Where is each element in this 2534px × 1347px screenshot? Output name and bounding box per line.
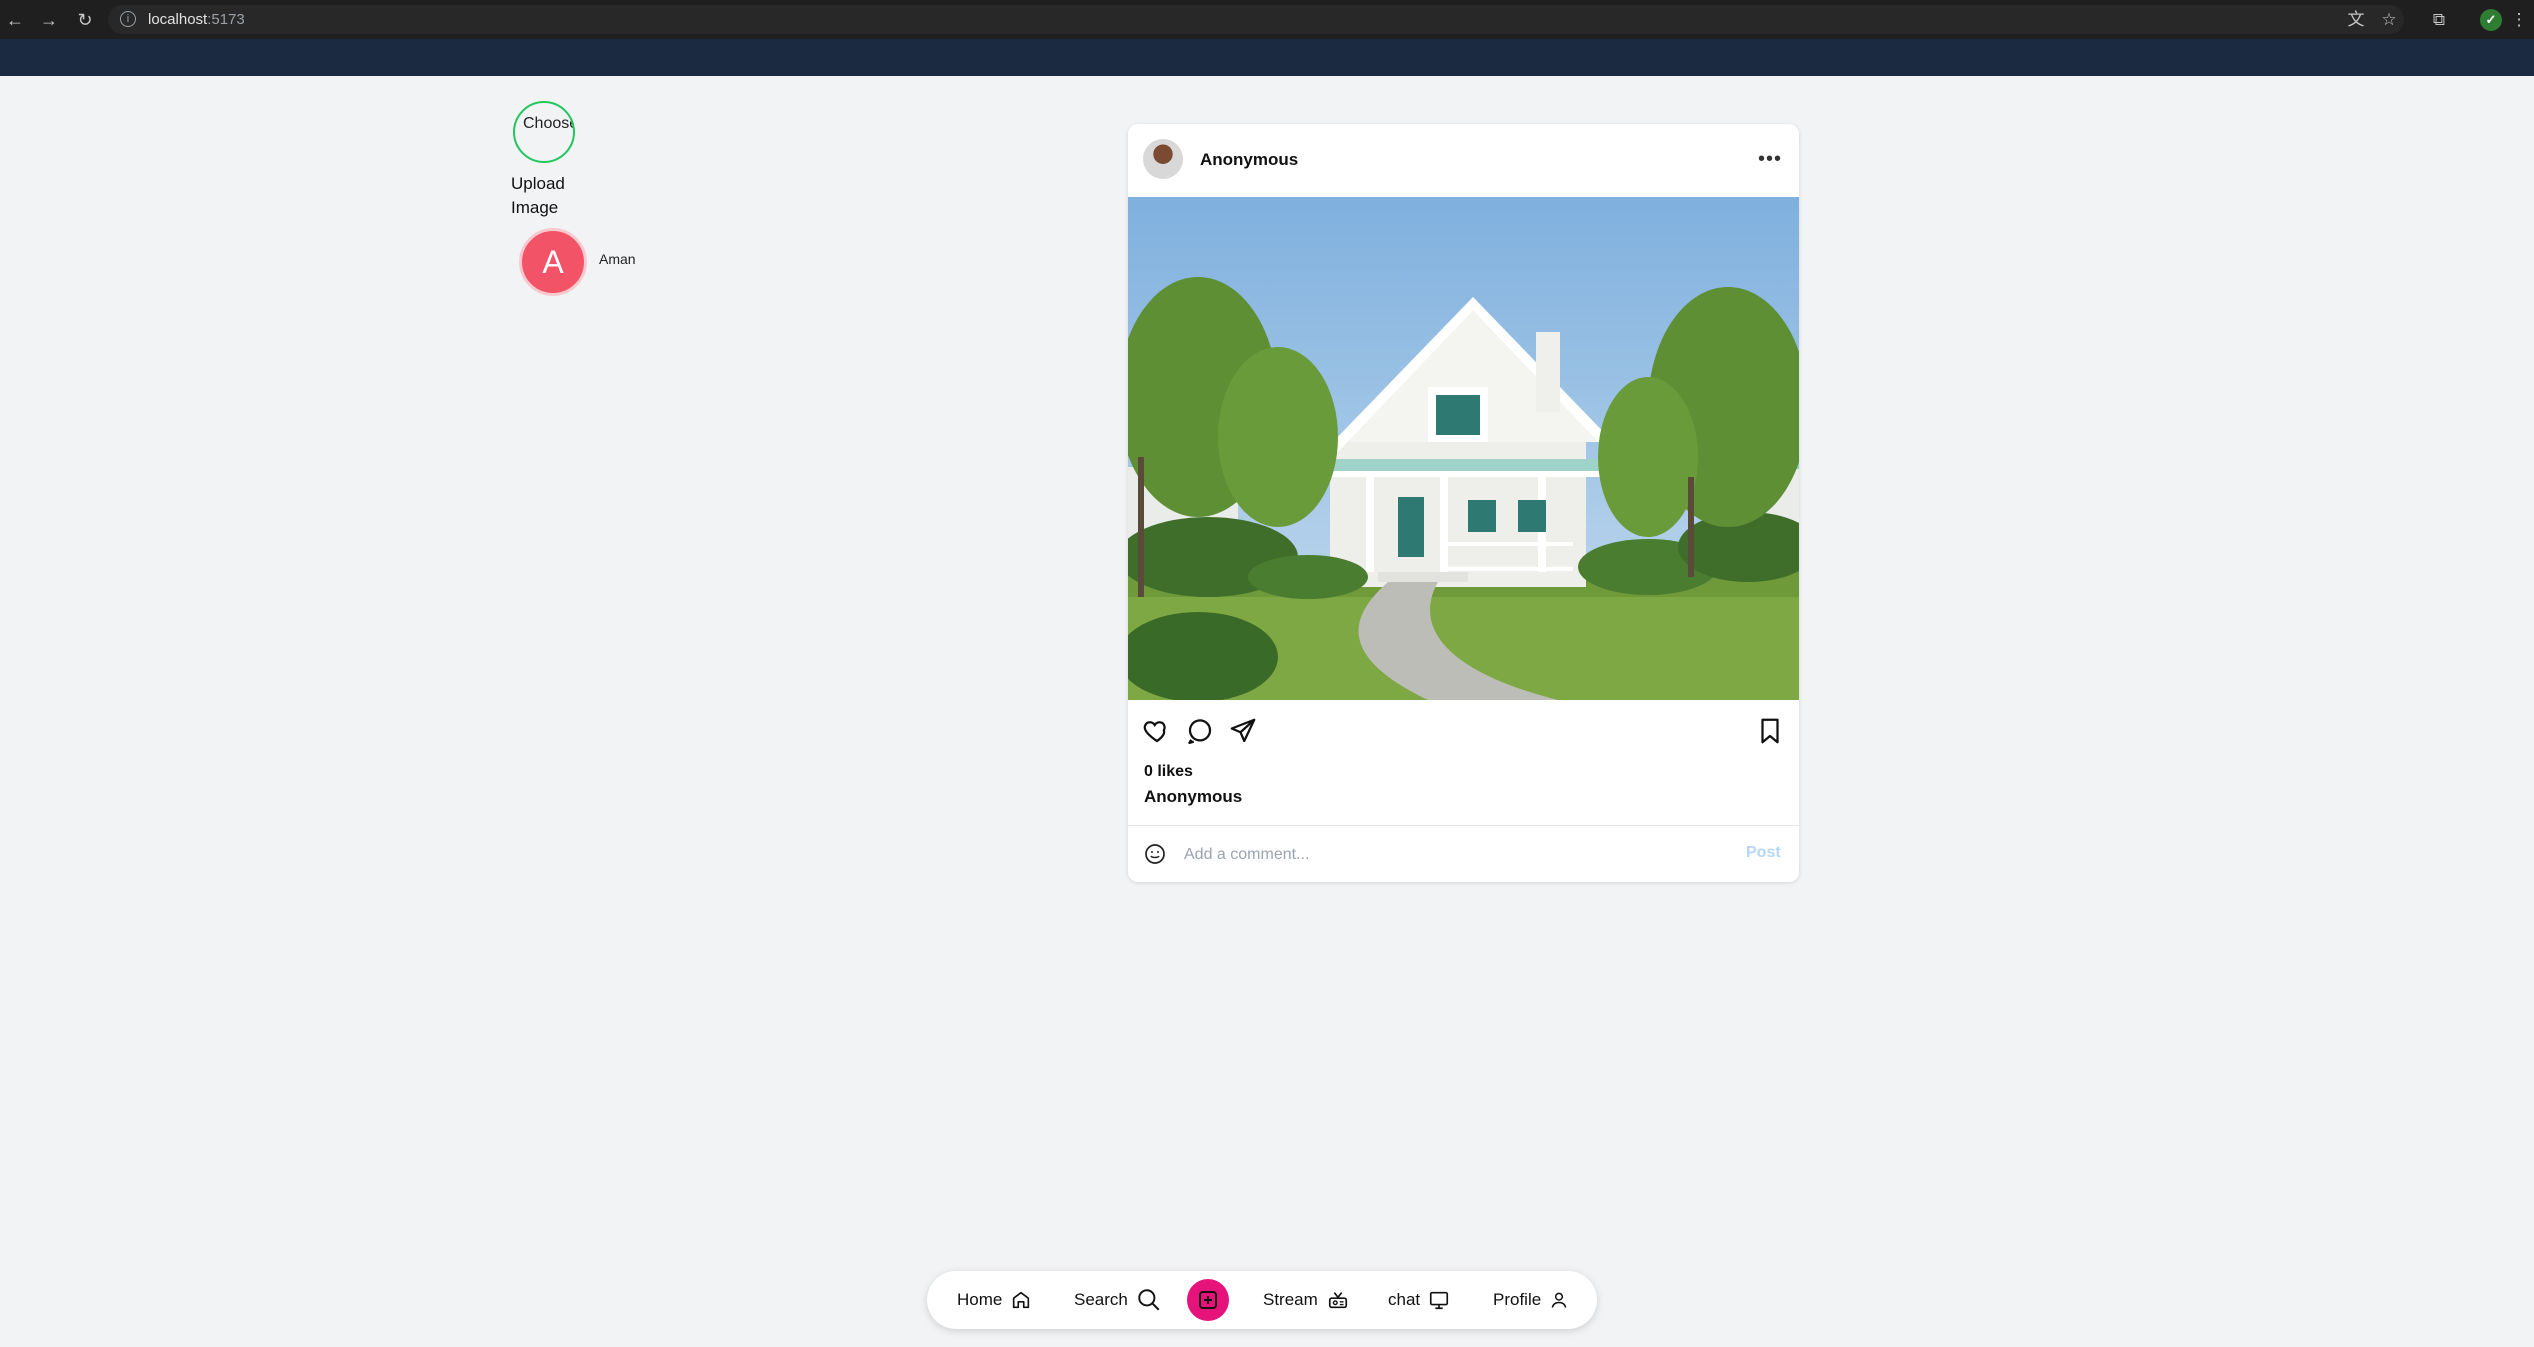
nav-home[interactable]: Home <box>957 1271 1032 1329</box>
bookmark-star-icon[interactable]: ☆ <box>2378 9 2400 31</box>
caption-username[interactable]: Anonymous <box>1144 787 1242 807</box>
url-text[interactable]: localhost:5173 <box>148 11 245 28</box>
url-port: :5173 <box>207 11 245 28</box>
nav-profile-label: Profile <box>1493 1290 1542 1309</box>
post-author-avatar[interactable] <box>1143 139 1183 179</box>
post-username[interactable]: Anonymous <box>1200 150 1298 170</box>
nav-stream-label: Stream <box>1263 1290 1318 1309</box>
search-icon <box>1138 1289 1160 1311</box>
stream-camera-icon <box>1328 1292 1347 1309</box>
browser-menu-icon[interactable]: ⋮ <box>2508 9 2530 31</box>
share-send-icon[interactable] <box>1228 716 1258 746</box>
create-post-button[interactable] <box>1187 1279 1229 1321</box>
post-actions <box>1128 706 1799 756</box>
app-header <box>0 39 2534 76</box>
extensions-icon[interactable]: ⧉ <box>2428 9 2450 31</box>
nav-stream[interactable]: Stream <box>1263 1271 1350 1329</box>
nav-search[interactable]: Search <box>1074 1271 1162 1329</box>
story-username: Aman <box>599 251 636 267</box>
upload-image-label[interactable]: Upload Image <box>511 172 591 220</box>
emoji-smile-icon[interactable] <box>1143 842 1167 866</box>
translate-icon[interactable]: 文 <box>2345 9 2367 31</box>
post-image[interactable] <box>1128 197 1799 700</box>
forward-icon[interactable]: → <box>38 9 60 31</box>
post-card: Anonymous ••• 0 likes Anonymous Add a co… <box>1128 124 1799 882</box>
nav-home-label: Home <box>957 1290 1003 1309</box>
heart-icon[interactable] <box>1142 716 1172 746</box>
nav-chat-label: chat <box>1388 1290 1421 1309</box>
bottom-navigation: Home Search Stream chat Profile <box>927 1271 1597 1329</box>
nav-profile[interactable]: Profile <box>1493 1271 1569 1329</box>
nav-search-label: Search <box>1074 1290 1128 1309</box>
home-icon <box>1013 1291 1030 1309</box>
profile-avatar-icon[interactable]: ✓ <box>2480 9 2502 31</box>
site-info-icon[interactable]: i <box>120 11 136 27</box>
post-comment-button[interactable]: Post <box>1746 844 1781 862</box>
post-header: Anonymous ••• <box>1128 124 1799 197</box>
back-icon[interactable]: ← <box>4 9 26 31</box>
story-avatar[interactable]: A <box>519 228 587 296</box>
likes-count[interactable]: 0 likes <box>1144 763 1193 781</box>
nav-chat[interactable]: chat <box>1388 1271 1450 1329</box>
comment-bar: Post <box>1128 825 1799 882</box>
chat-icon <box>1430 1291 1449 1310</box>
address-bar[interactable]: i localhost:5173 <box>108 5 2404 34</box>
browser-toolbar: ← → ↻ i localhost:5173 文 ☆ ⧉ ✓ ⋮ <box>0 0 2534 39</box>
bookmark-icon[interactable] <box>1755 716 1785 746</box>
more-horizontal-icon[interactable]: ••• <box>1758 148 1782 171</box>
user-icon <box>1551 1292 1567 1308</box>
reload-icon[interactable]: ↻ <box>74 9 96 31</box>
comment-input[interactable] <box>1182 841 1706 869</box>
choose-file-button[interactable]: Choose File <box>513 101 575 163</box>
comment-icon[interactable] <box>1185 716 1215 746</box>
url-host: localhost <box>148 11 208 28</box>
plus-square-icon <box>1199 1291 1217 1309</box>
